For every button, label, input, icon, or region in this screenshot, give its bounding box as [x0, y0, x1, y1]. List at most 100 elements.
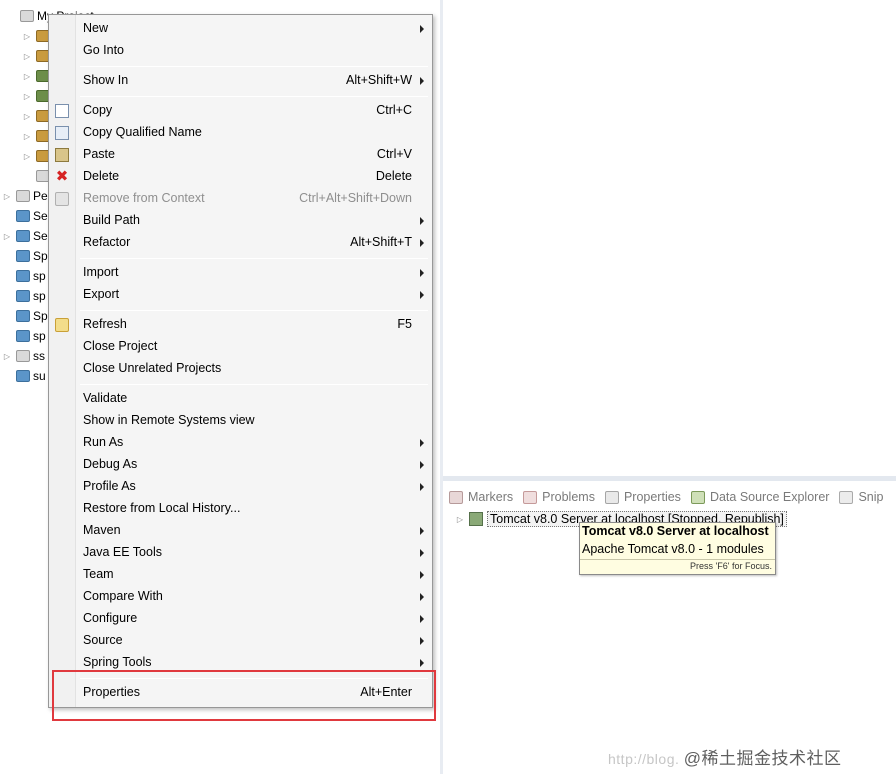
menu-item-shortcut: Ctrl+Alt+Shift+Down: [299, 191, 412, 205]
folder-icon: [16, 290, 30, 302]
copy-icon: [55, 104, 69, 118]
menu-item-copy[interactable]: Copy Ctrl+C: [49, 100, 432, 122]
server-tooltip: Tomcat v8.0 Server at localhost Apache T…: [579, 522, 776, 575]
project-row[interactable]: sp: [2, 286, 46, 306]
menu-separator: [80, 258, 428, 259]
expand-arrow-icon[interactable]: ▷: [22, 152, 32, 161]
project-row[interactable]: ▷ ss: [2, 346, 45, 366]
menu-separator: [80, 310, 428, 311]
menu-item-refresh[interactable]: Refresh F5: [49, 314, 432, 336]
submenu-arrow-icon: [420, 291, 424, 299]
project-label: Se: [33, 229, 48, 243]
tab-problems[interactable]: Problems: [523, 490, 595, 504]
problems-icon: [523, 490, 538, 504]
submenu-arrow-icon: [420, 439, 424, 447]
expand-arrow-icon[interactable]: ▷: [455, 515, 465, 524]
menu-item-new[interactable]: New: [49, 18, 432, 40]
submenu-arrow-icon: [420, 637, 424, 645]
expand-arrow-icon[interactable]: ▷: [2, 352, 12, 361]
remove-from-context-icon: [55, 192, 69, 206]
menu-item-maven[interactable]: Maven: [49, 520, 432, 542]
menu-item-shortcut: Delete: [375, 169, 412, 183]
folder-icon: [16, 310, 30, 322]
menu-item-shortcut: Alt+Shift+T: [350, 235, 412, 249]
tab-label: Markers: [468, 490, 514, 504]
menu-item-label: Team: [83, 567, 114, 581]
refresh-icon: [55, 318, 69, 332]
tab-markers[interactable]: Markers: [449, 490, 513, 504]
menu-item-label: Refactor: [83, 235, 131, 249]
expand-arrow-icon[interactable]: ▷: [22, 72, 32, 81]
menu-item-label: Close Unrelated Projects: [83, 361, 222, 375]
project-label: Pe: [33, 189, 48, 203]
project-row[interactable]: sp: [2, 266, 46, 286]
folder-icon: [16, 270, 30, 282]
menu-item-show-in[interactable]: Show In Alt+Shift+W: [49, 70, 432, 92]
menu-item-close-project[interactable]: Close Project: [49, 336, 432, 358]
snippets-icon: [839, 490, 854, 504]
expand-arrow-icon[interactable]: ▷: [2, 192, 12, 201]
project-row[interactable]: ▷ Se: [2, 226, 48, 246]
tooltip-focus-hint[interactable]: Press 'F6' for Focus.: [690, 561, 772, 571]
folder-icon: [16, 370, 30, 382]
submenu-arrow-icon: [420, 615, 424, 623]
project-row[interactable]: su: [2, 366, 46, 386]
project-label: su: [33, 369, 46, 383]
menu-item-compare-with[interactable]: Compare With: [49, 586, 432, 608]
markers-icon: [449, 490, 463, 504]
menu-item-restore-from-local-history[interactable]: Restore from Local History...: [49, 498, 432, 520]
menu-item-debug-as[interactable]: Debug As: [49, 454, 432, 476]
project-label: sp: [33, 269, 46, 283]
menu-item-label: Compare With: [83, 589, 163, 603]
submenu-arrow-icon: [420, 483, 424, 491]
menu-item-show-in-remote-systems-view[interactable]: Show in Remote Systems view: [49, 410, 432, 432]
menu-item-java-ee-tools[interactable]: Java EE Tools: [49, 542, 432, 564]
copy-qualified-name-icon: [55, 126, 69, 140]
project-label: ss: [33, 349, 45, 363]
project-label: Sp: [33, 249, 48, 263]
menu-item-go-into[interactable]: Go Into: [49, 40, 432, 62]
menu-item-label: Maven: [83, 523, 121, 537]
folder-icon: [16, 330, 30, 342]
menu-item-run-as[interactable]: Run As: [49, 432, 432, 454]
menu-item-team[interactable]: Team: [49, 564, 432, 586]
menu-item-profile-as[interactable]: Profile As: [49, 476, 432, 498]
expand-arrow-icon[interactable]: ▷: [22, 112, 32, 121]
menu-item-close-unrelated-projects[interactable]: Close Unrelated Projects: [49, 358, 432, 380]
expand-arrow-icon[interactable]: ▷: [22, 132, 32, 141]
menu-item-import[interactable]: Import: [49, 262, 432, 284]
project-row[interactable]: Sp: [2, 246, 48, 266]
menu-item-label: Debug As: [83, 457, 138, 471]
delete-icon: ✖: [55, 168, 69, 185]
menu-item-configure[interactable]: Configure: [49, 608, 432, 630]
menu-item-label: Close Project: [83, 339, 158, 353]
tab-data-source-explorer[interactable]: Data Source Explorer: [690, 490, 829, 504]
project-icon: [16, 190, 30, 202]
menu-item-label: New: [83, 21, 109, 35]
expand-arrow-icon[interactable]: ▷: [2, 232, 12, 241]
menu-item-label: Remove from Context: [83, 191, 205, 205]
project-row[interactable]: Se: [2, 206, 48, 226]
menu-item-refactor[interactable]: Refactor Alt+Shift+T: [49, 232, 432, 254]
server-icon: [469, 512, 483, 526]
tab-snippets[interactable]: Snip: [839, 490, 883, 504]
project-row[interactable]: Sp: [2, 306, 48, 326]
menu-item-validate[interactable]: Validate: [49, 388, 432, 410]
menu-item-label: Configure: [83, 611, 138, 625]
menu-item-label: Paste: [83, 147, 115, 161]
project-row[interactable]: ▷ Pe: [2, 186, 48, 206]
menu-item-paste[interactable]: Paste Ctrl+V: [49, 144, 432, 166]
expand-arrow-icon[interactable]: ▷: [22, 32, 32, 41]
expand-arrow-icon[interactable]: ▷: [22, 92, 32, 101]
menu-item-label: Restore from Local History...: [83, 501, 241, 515]
project-row[interactable]: sp: [2, 326, 46, 346]
tab-properties[interactable]: Properties: [604, 490, 681, 504]
menu-item-build-path[interactable]: Build Path: [49, 210, 432, 232]
expand-arrow-icon[interactable]: ▷: [22, 52, 32, 61]
menu-separator: [80, 96, 428, 97]
menu-item-delete[interactable]: ✖ Delete Delete: [49, 166, 432, 188]
menu-item-source[interactable]: Source: [49, 630, 432, 652]
menu-item-shortcut: Alt+Shift+W: [346, 73, 412, 87]
menu-item-copy-qualified-name[interactable]: Copy Qualified Name: [49, 122, 432, 144]
menu-item-export[interactable]: Export: [49, 284, 432, 306]
